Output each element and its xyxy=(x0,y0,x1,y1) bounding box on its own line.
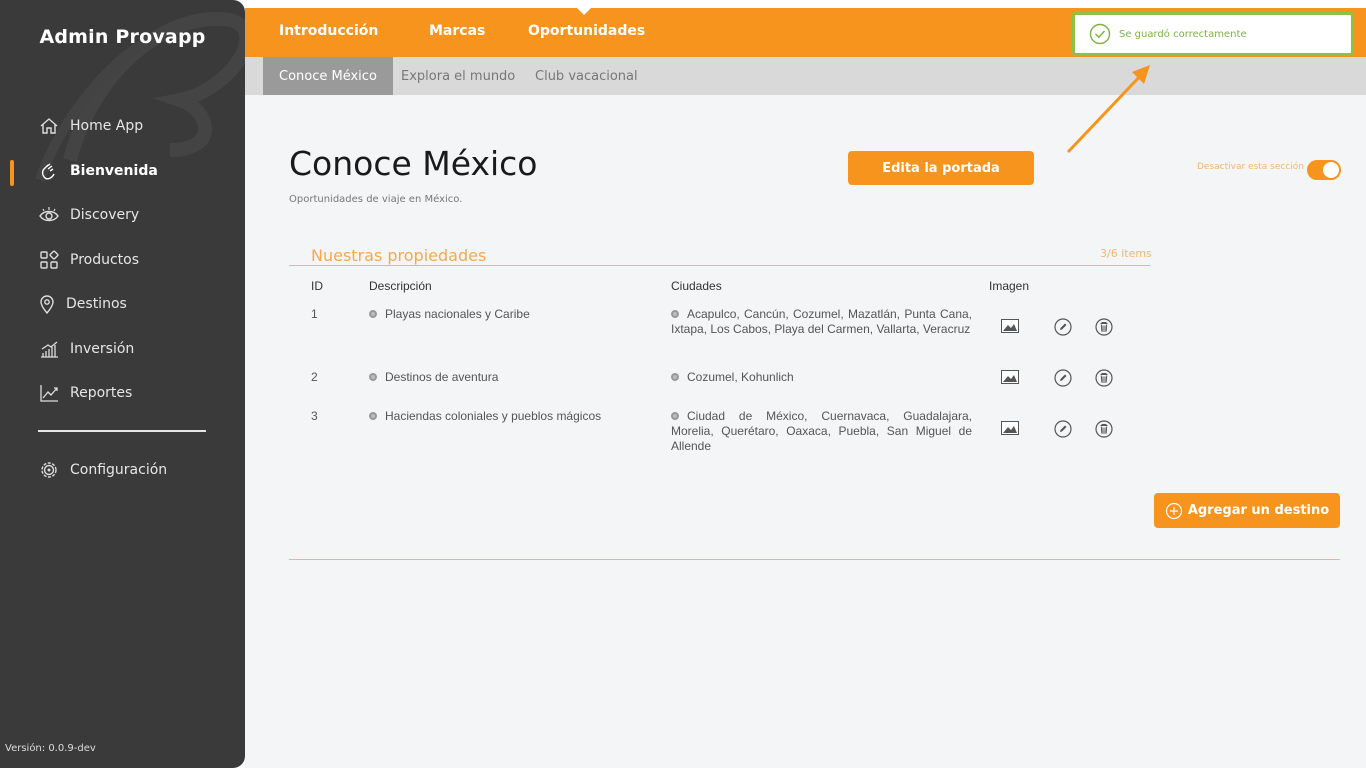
toast-message: Se guardó correctamente xyxy=(1119,28,1247,40)
column-header-id: ID xyxy=(311,279,323,293)
check-circle-icon xyxy=(1089,23,1111,45)
bullet-icon xyxy=(369,310,377,318)
app-title: Admin Provapp xyxy=(39,26,206,48)
map-pin-icon xyxy=(38,293,56,315)
sidebar-item-label: Home App xyxy=(70,118,144,134)
row-cities-text: Ciudad de México, Cuernavaca, Guadalajar… xyxy=(671,409,972,453)
waving-hand-icon xyxy=(38,160,60,182)
page-subtitle: Oportunidades de viaje en México. xyxy=(289,194,463,205)
row-description: Playas nacionales y Caribe xyxy=(369,307,530,322)
sidebar-item-label: Productos xyxy=(70,252,140,268)
delete-icon[interactable] xyxy=(1094,317,1114,337)
sidebar-divider xyxy=(38,430,206,432)
sidebar-item-label: Reportes xyxy=(70,385,133,401)
toggle-label: Desactivar esta sección xyxy=(1197,162,1305,172)
row-description-text: Destinos de aventura xyxy=(385,370,499,384)
edit-icon[interactable] xyxy=(1053,419,1073,439)
bullet-icon xyxy=(369,373,377,381)
edit-cover-button[interactable]: Edita la portada xyxy=(848,151,1034,185)
row-id: 1 xyxy=(311,307,318,321)
row-description: Destinos de aventura xyxy=(369,370,498,385)
items-count: 3/6 items xyxy=(1100,247,1152,260)
sidebar-item-productos[interactable]: Productos xyxy=(38,246,139,274)
column-header-descripcion: Descripción xyxy=(369,279,432,293)
plus-circle-icon xyxy=(1165,502,1183,520)
sidebar-item-label: Inversión xyxy=(70,341,135,357)
image-icon[interactable] xyxy=(1000,418,1020,438)
sub-nav-bar: Conoce México Explora el mundo Club vaca… xyxy=(245,57,1366,95)
row-cities: Cozumel, Kohunlich xyxy=(671,370,972,385)
gear-icon xyxy=(38,459,60,481)
row-description: Haciendas coloniales y pueblos mágicos xyxy=(369,409,601,424)
success-toast: Se guardó correctamente xyxy=(1072,12,1354,56)
sidebar-item-discovery[interactable]: Discovery xyxy=(38,201,139,229)
sidebar-item-bienvenida[interactable]: Bienvenida xyxy=(38,157,158,185)
page-title: Conoce México xyxy=(289,144,538,183)
sidebar-item-label: Configuración xyxy=(70,462,168,478)
sidebar-item-label: Destinos xyxy=(66,296,127,312)
edit-icon[interactable] xyxy=(1053,317,1073,337)
bullet-icon xyxy=(671,310,679,318)
sidebar-item-reportes[interactable]: Reportes xyxy=(38,379,132,407)
row-description-text: Playas nacionales y Caribe xyxy=(385,307,530,321)
sidebar-item-configuracion[interactable]: Configuración xyxy=(38,456,167,484)
eye-icon xyxy=(38,204,60,226)
row-description-text: Haciendas coloniales y pueblos mágicos xyxy=(385,409,602,423)
sidebar-item-label: Discovery xyxy=(70,207,140,223)
version-label: Versión: 0.0.9-dev xyxy=(5,743,96,754)
sidebar: Admin Provapp Home App Bienvenida Discov… xyxy=(0,0,245,768)
bottom-divider xyxy=(289,559,1340,560)
add-destination-button[interactable]: Agregar un destino xyxy=(1154,493,1340,528)
section-title: Nuestras propiedades xyxy=(311,246,487,265)
delete-icon[interactable] xyxy=(1094,419,1114,439)
active-indicator xyxy=(10,160,14,186)
bullet-icon xyxy=(369,412,377,420)
active-tab-caret xyxy=(577,8,591,15)
grid-icon xyxy=(38,249,60,271)
sidebar-item-home-app[interactable]: Home App xyxy=(38,112,143,140)
column-header-ciudades: Ciudades xyxy=(671,279,722,293)
bar-chart-icon xyxy=(38,338,60,360)
sidebar-item-label: Bienvenida xyxy=(70,163,158,179)
subtab-club-vacacional[interactable]: Club vacacional xyxy=(535,57,638,95)
sidebar-item-inversion[interactable]: Inversión xyxy=(38,335,134,363)
line-chart-icon xyxy=(38,382,60,404)
section-divider xyxy=(289,265,1150,266)
bullet-icon xyxy=(671,373,679,381)
toggle-knob xyxy=(1323,162,1339,178)
row-id: 2 xyxy=(311,370,318,384)
column-header-imagen: Imagen xyxy=(989,279,1030,293)
row-cities: Acapulco, Cancún, Cozumel, Mazatlán, Pun… xyxy=(671,307,972,337)
image-icon[interactable] xyxy=(1000,367,1020,387)
tab-marcas[interactable]: Marcas xyxy=(429,23,485,39)
add-destination-label: Agregar un destino xyxy=(1187,503,1330,518)
image-icon[interactable] xyxy=(1000,316,1020,336)
row-id: 3 xyxy=(311,409,318,423)
row-cities: Ciudad de México, Cuernavaca, Guadalajar… xyxy=(671,409,972,454)
tab-introduccion[interactable]: Introducción xyxy=(279,23,378,39)
bullet-icon xyxy=(671,412,679,420)
subtab-explora-el-mundo[interactable]: Explora el mundo xyxy=(401,57,515,95)
annotation-arrow xyxy=(1066,65,1150,154)
edit-icon[interactable] xyxy=(1053,368,1073,388)
sidebar-item-destinos[interactable]: Destinos xyxy=(38,290,127,318)
subtab-conoce-mexico[interactable]: Conoce México xyxy=(263,57,393,95)
row-cities-text: Acapulco, Cancún, Cozumel, Mazatlán, Pun… xyxy=(671,307,972,336)
tab-oportunidades[interactable]: Oportunidades xyxy=(528,23,645,39)
delete-icon[interactable] xyxy=(1094,368,1114,388)
section-toggle[interactable] xyxy=(1307,160,1341,180)
home-icon xyxy=(38,115,60,137)
row-cities-text: Cozumel, Kohunlich xyxy=(687,370,794,384)
